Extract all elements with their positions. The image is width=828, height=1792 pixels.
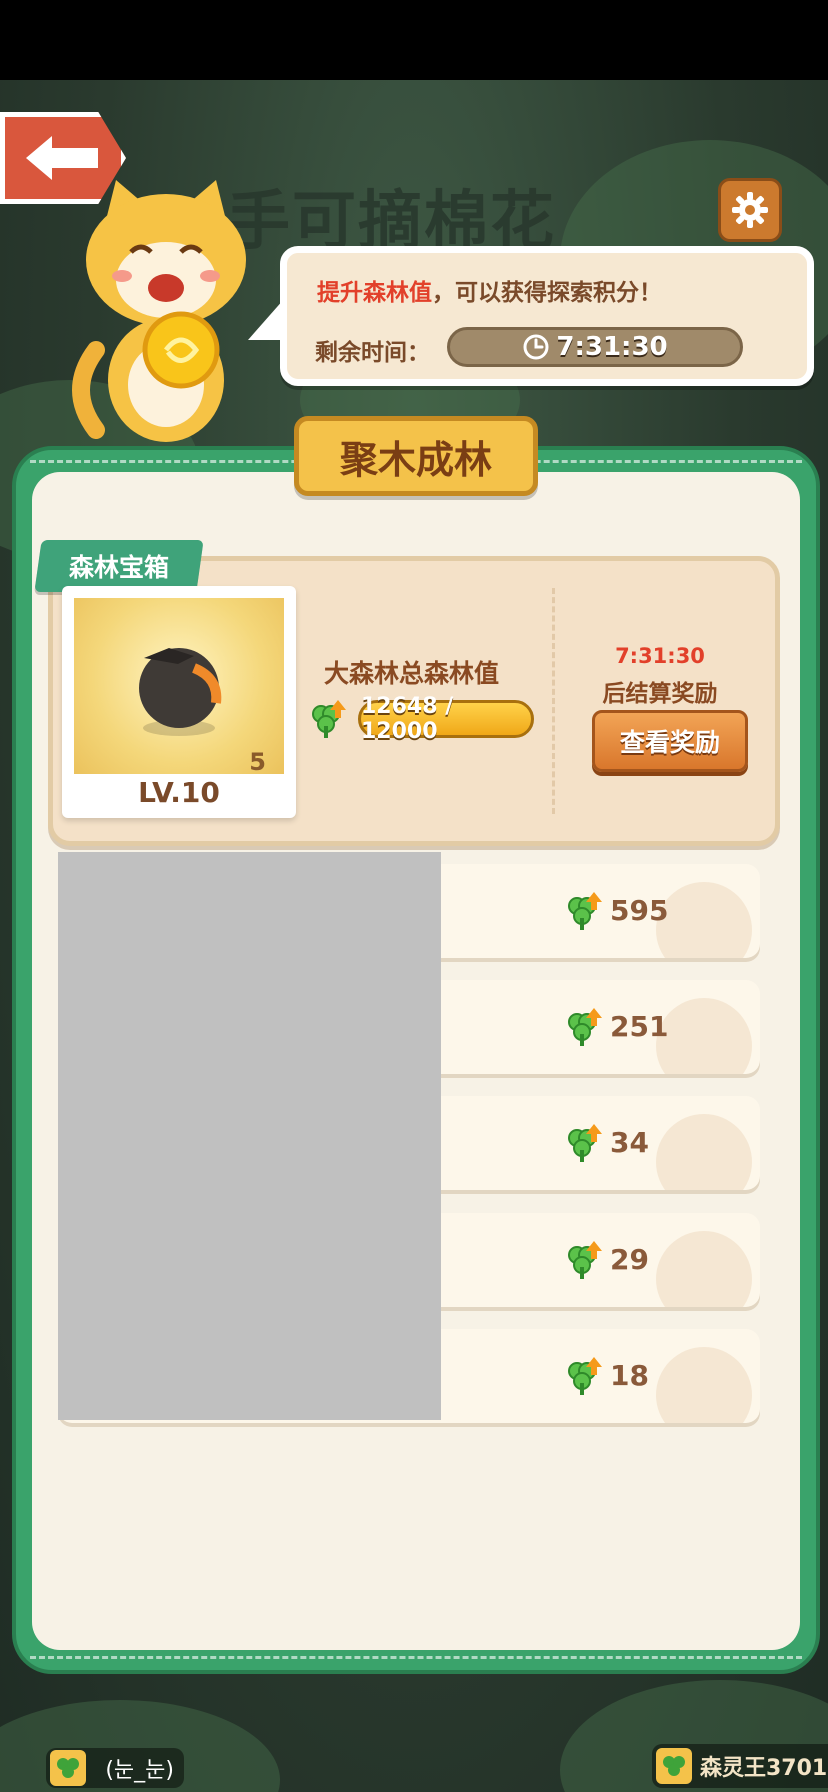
ranking-forest-value: 34 [610,1126,649,1159]
forest-value-up-icon [568,1008,602,1046]
status-bar [0,0,828,80]
forest-chest-tag-label: 森林宝箱 [68,553,169,582]
view-rewards-button[interactable]: 查看奖励 [592,710,748,772]
chest-level: LV.10 [138,776,220,809]
clover-badge-icon [50,1750,86,1786]
forest-value-up-icon [568,1241,602,1279]
speech-bubble: 提升森林值，可以获得探索积分！ 剩余时间： 7:31:30 [280,246,814,386]
forest-score-pill: 12648 / 12000 [358,694,534,744]
gear-icon [732,192,768,228]
settings-button[interactable] [718,178,782,242]
remaining-time-label: 剩余时间： [315,340,430,366]
forest-value-up-icon [568,892,602,930]
forest-chest-tag: 森林宝箱 [34,540,204,592]
redacted-region [58,852,441,1420]
ghost-decoration [656,1114,752,1190]
player-name-left-label: (눈_눈) [105,1758,174,1783]
card-divider [552,588,555,814]
settle-label: 后结算奖励 [602,681,718,707]
ranking-forest-value: 29 [610,1243,649,1276]
chest-art: 5 [74,598,284,776]
clock-icon [523,334,549,360]
forest-value-up-icon [312,700,346,738]
settle-time: 7:31:30 [615,644,705,668]
chest-item-frame[interactable]: 5 LV.10 [62,586,296,818]
bubble-headline-highlight: 提升森林值 [317,280,432,306]
bubble-headline-rest: ，可以获得探索积分！ [432,280,662,306]
chest-count: 5 [249,748,266,776]
player-name-right-label: 森灵王37018 [700,1756,828,1781]
ghost-decoration [656,998,752,1074]
ghost-decoration [656,1231,752,1307]
forest-value-up-icon [568,1357,602,1395]
ranking-forest-value: 251 [610,1010,669,1043]
ghost-decoration [656,882,752,958]
panel-title: 聚木成林 [294,416,538,496]
cat-mascot-image [72,180,246,442]
ghost-decoration [656,1347,752,1423]
clover-badge-icon [656,1748,692,1784]
forest-total-label: 大森林总森林值 [324,659,500,688]
remaining-time-value: 7:31:30 [556,332,668,362]
remaining-time-pill: 7:31:30 [447,327,743,367]
forest-value-up-icon [568,1124,602,1162]
ranking-forest-value: 18 [610,1359,649,1392]
ranking-forest-value: 595 [610,894,669,927]
bubble-headline: 提升森林值，可以获得探索积分！ [317,273,662,307]
arrow-left-icon [26,136,98,180]
